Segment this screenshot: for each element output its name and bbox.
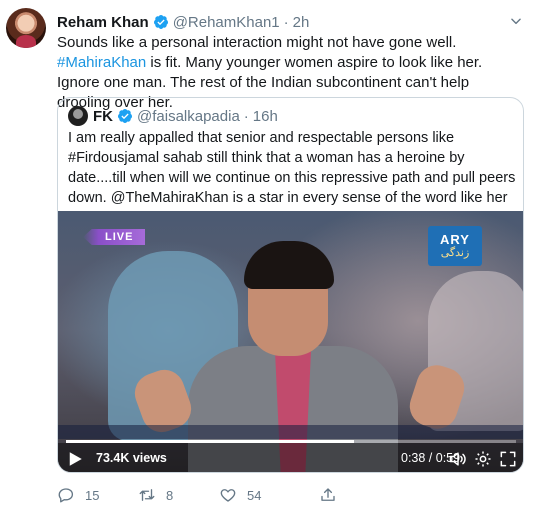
view-count: 73.4K views (96, 451, 167, 465)
quoted-tweet[interactable]: FK @faisalkapadia · 16h I am really appa… (57, 97, 524, 473)
fullscreen-icon[interactable] (498, 449, 518, 469)
author-name[interactable]: Reham Khan (57, 14, 149, 31)
hashtag-link[interactable]: #MahiraKhan (57, 54, 146, 71)
channel-logo-name: ARY (440, 231, 470, 247)
reply-count: 15 (85, 487, 100, 503)
retweet-button[interactable]: 8 (138, 484, 173, 506)
retweet-icon (139, 489, 155, 501)
quoted-tweet-timestamp[interactable]: 16h (253, 108, 278, 125)
quoted-author-avatar[interactable] (68, 106, 88, 126)
like-icon (220, 489, 236, 502)
news-ticker (58, 425, 523, 439)
verified-badge-icon (118, 109, 132, 123)
like-button[interactable]: 54 (219, 484, 261, 506)
retweet-count: 8 (166, 487, 174, 503)
channel-logo-sub: زندگی (440, 246, 470, 259)
quoted-author-handle[interactable]: @faisalkapadia (137, 108, 240, 125)
tweet[interactable]: Reham Khan @RehamKhan1 · 2h Sounds like … (0, 0, 533, 515)
chevron-down-icon (511, 18, 521, 25)
settings-icon[interactable] (473, 449, 493, 469)
share-button[interactable] (319, 484, 347, 506)
separator-dot: · (243, 107, 249, 125)
quoted-author-name[interactable]: FK (93, 108, 113, 125)
volume-icon[interactable] (448, 449, 468, 469)
live-badge: LIVE (83, 229, 146, 245)
play-icon[interactable] (66, 450, 84, 468)
tweet-header: Reham Khan @RehamKhan1 · 2h (57, 12, 309, 32)
reply-icon (58, 488, 74, 503)
share-icon (321, 488, 335, 501)
author-handle[interactable]: @RehamKhan1 (173, 14, 280, 31)
reply-button[interactable]: 15 (57, 484, 99, 506)
channel-logo: ARY زندگی (428, 226, 482, 266)
tweet-text-part: Sounds like a personal interaction might… (57, 34, 457, 51)
more-options-button[interactable] (507, 12, 525, 30)
like-count: 54 (247, 487, 262, 503)
tweet-actions: 15 8 54 (57, 484, 377, 506)
quoted-tweet-header: FK @faisalkapadia · 16h (93, 106, 278, 126)
verified-badge-icon (153, 15, 168, 29)
separator-dot: · (283, 13, 289, 31)
video-player[interactable]: LIVE ARY زندگی 73.4K views 0:38 / 0:59 (58, 211, 523, 472)
tweet-timestamp[interactable]: 2h (293, 14, 310, 31)
author-avatar[interactable] (6, 8, 46, 48)
video-controls: 73.4K views 0:38 / 0:59 (58, 443, 523, 472)
